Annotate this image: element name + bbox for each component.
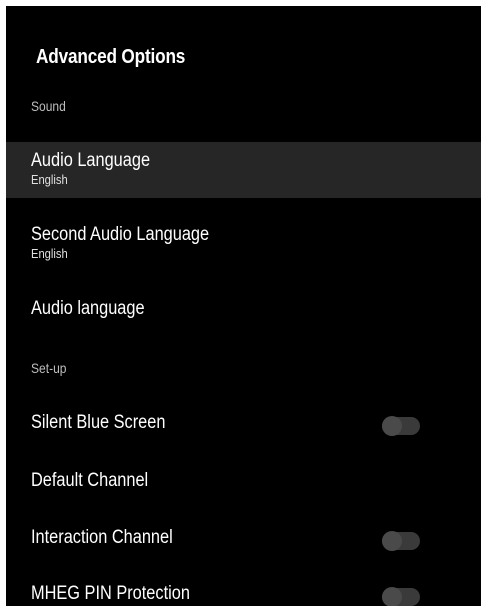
menu-item-second-audio-language[interactable]: Second Audio Language English	[6, 218, 481, 274]
menu-item-label: Default Channel	[31, 470, 149, 491]
menu-item-label: MHEG PIN Protection	[31, 583, 190, 604]
silent-blue-screen-toggle[interactable]	[382, 416, 420, 436]
menu-item-audio-language-alt[interactable]: Audio language	[6, 288, 481, 334]
section-header-setup: Set-up	[31, 360, 67, 376]
menu-item-audio-language[interactable]: Audio Language English	[6, 142, 481, 198]
advanced-options-panel: Advanced Options Sound Audio Language En…	[6, 6, 481, 606]
toggle-knob	[382, 531, 402, 551]
menu-item-interaction-channel[interactable]: Interaction Channel	[6, 517, 481, 563]
interaction-channel-toggle[interactable]	[382, 531, 420, 551]
section-header-sound: Sound	[31, 98, 66, 114]
menu-item-label: Interaction Channel	[31, 527, 173, 548]
menu-item-default-channel[interactable]: Default Channel	[6, 460, 481, 506]
page-title: Advanced Options	[36, 46, 186, 68]
menu-item-label: Audio Language	[31, 150, 151, 171]
menu-item-silent-blue-screen[interactable]: Silent Blue Screen	[6, 402, 481, 448]
menu-item-value: English	[31, 246, 68, 261]
toggle-knob	[382, 416, 402, 436]
menu-item-mheg-pin-protection[interactable]: MHEG PIN Protection	[6, 573, 481, 606]
toggle-knob	[382, 587, 402, 606]
menu-item-value: English	[31, 172, 68, 187]
mheg-pin-protection-toggle[interactable]	[382, 587, 420, 606]
menu-item-label: Second Audio Language	[31, 224, 210, 245]
menu-item-label: Audio language	[31, 298, 145, 319]
menu-item-label: Silent Blue Screen	[31, 412, 166, 433]
